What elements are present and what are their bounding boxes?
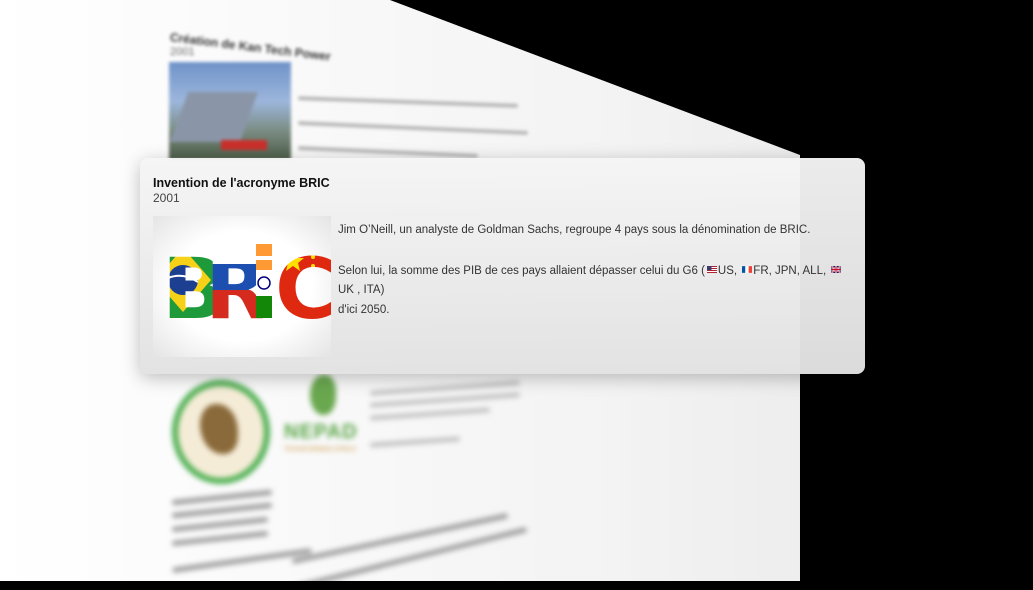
uk-flag-icon [831,265,842,273]
france-flag-icon [742,265,753,273]
african-union-logo [172,380,270,484]
card-description: Jim O’Neill, un analyste de Goldman Sach… [338,221,858,320]
paragraph-2-prefix: Selon lui, la somme des PIB de ces pays … [338,264,705,277]
card-title: Invention de l'acronyme BRIC [153,176,330,190]
letter-c-china [275,240,331,326]
country-us: US, [717,264,741,277]
timeline-card[interactable]: Invention de l'acronyme BRIC 2001 B R C [140,158,865,374]
letter-i-india [256,244,272,318]
background-item-year: 2001 [170,46,195,58]
country-uk: UK , ITA) [338,284,385,297]
nepad-logo-subtitle: TRANSFORMING AFRICA [284,447,357,453]
us-flag-icon [706,265,717,273]
letter-r-russia [205,240,263,326]
bric-flags-image: B R C [153,216,331,357]
background-building-photo [169,62,291,160]
country-fr: FR, JPN, ALL, [753,264,830,277]
card-year: 2001 [153,191,180,205]
nepad-logo-text: NEPAD [284,421,358,443]
letter-b-brazil [162,240,213,326]
card-paragraph-1: Jim O’Neill, un analyste de Goldman Sach… [338,224,811,236]
nepad-logo: NEPAD TRANSFORMING AFRICA [280,375,370,455]
card-paragraph-2: Selon lui, la somme des PIB de ces pays … [338,262,858,321]
paragraph-2-suffix: d'ici 2050. [338,303,390,316]
